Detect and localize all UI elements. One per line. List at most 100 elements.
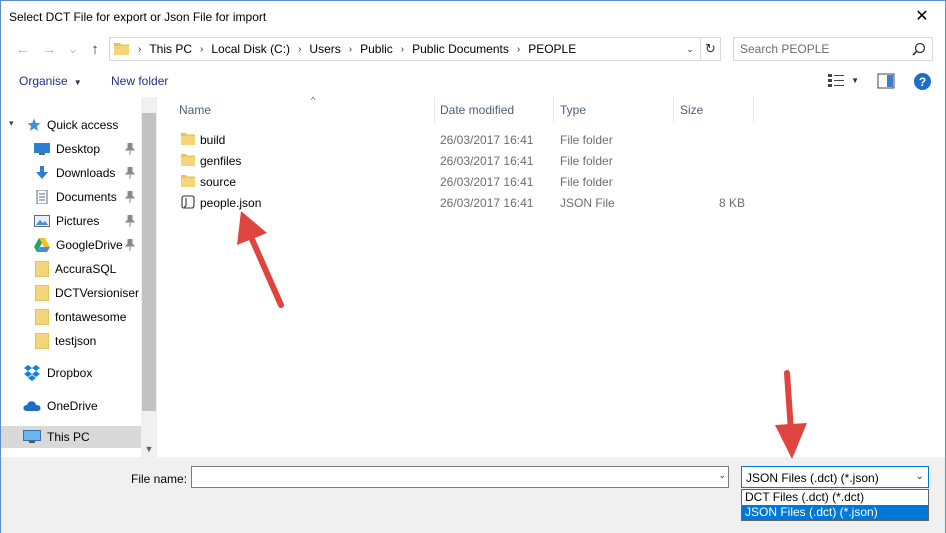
documents-icon <box>36 190 48 204</box>
sidebar-item-label: Documents <box>56 190 117 204</box>
sidebar-scrollbar[interactable]: ▼ <box>141 97 157 457</box>
chevron-down-icon[interactable]: ⌄ <box>718 470 726 481</box>
chevron-down-icon[interactable]: ⌄ <box>682 38 698 60</box>
sidebar-item-pictures[interactable]: Pictures <box>1 210 141 232</box>
column-header-date[interactable]: Date modified <box>434 97 554 123</box>
table-row[interactable]: build 26/03/2017 16:41 File folder <box>177 129 757 150</box>
chevron-right-icon[interactable]: › <box>196 44 207 55</box>
file-list: Name ^ Date modified Type Size build 26/… <box>161 95 945 457</box>
file-name: build <box>200 133 226 147</box>
sidebar-item-googledrive[interactable]: GoogleDrive <box>1 234 141 256</box>
caret-down-icon: ▼ <box>73 78 82 87</box>
preview-pane-icon[interactable] <box>877 73 895 89</box>
sidebar-item-fontawesome[interactable]: fontawesome <box>1 306 141 328</box>
chevron-right-icon[interactable]: › <box>345 44 356 55</box>
breadcrumb-users[interactable]: Users <box>305 42 344 56</box>
organise-button[interactable]: Organise ▼ <box>19 74 82 88</box>
sidebar-item-downloads[interactable]: Downloads <box>1 162 141 184</box>
sidebar-item-label: AccuraSQL <box>55 262 117 276</box>
details-view-icon <box>828 74 845 87</box>
sidebar-item-quick-access[interactable]: ▾ Quick access <box>1 114 141 136</box>
chevron-right-icon[interactable]: › <box>397 44 408 55</box>
column-type-label: Type <box>560 103 587 117</box>
column-header-type[interactable]: Type <box>554 97 674 123</box>
sidebar-item-label: testjson <box>55 334 97 348</box>
scrollbar-thumb[interactable] <box>142 113 156 411</box>
sidebar-item-onedrive[interactable]: OneDrive <box>1 395 141 417</box>
table-row[interactable]: people.json 26/03/2017 16:41 JSON File 8… <box>177 192 757 213</box>
chevron-down-icon[interactable]: ▾ <box>9 118 14 129</box>
file-dialog-window: Select DCT File for export or Json File … <box>0 0 946 533</box>
breadcrumb: › This PC › Local Disk (C:) › Users › Pu… <box>134 38 580 60</box>
file-size: 8 KB <box>718 196 745 210</box>
file-name: genfiles <box>200 154 242 168</box>
sidebar-item-label: fontawesome <box>55 310 127 324</box>
sidebar-item-documents[interactable]: Documents <box>1 186 141 208</box>
file-type: File folder <box>560 133 613 147</box>
refresh-icon[interactable]: ↻ <box>700 38 720 60</box>
breadcrumb-public-documents[interactable]: Public Documents <box>408 42 513 56</box>
sort-ascending-icon: ^ <box>311 95 316 105</box>
new-folder-button[interactable]: New folder <box>111 74 168 88</box>
up-arrow-icon[interactable]: ↑ <box>85 39 105 59</box>
sidebar-item-testjson[interactable]: testjson <box>1 330 141 352</box>
breadcrumb-this-pc[interactable]: This PC <box>145 42 196 56</box>
column-header-name[interactable]: Name ^ <box>173 95 435 123</box>
breadcrumb-local-disk[interactable]: Local Disk (C:) <box>207 42 294 56</box>
address-bar[interactable]: › This PC › Local Disk (C:) › Users › Pu… <box>109 37 721 61</box>
file-date: 26/03/2017 16:41 <box>440 196 534 210</box>
pin-icon <box>125 191 135 203</box>
sidebar-item-dctversioniser[interactable]: DCTVersioniser <box>1 282 141 304</box>
file-name-input[interactable] <box>192 467 704 487</box>
search-icon[interactable] <box>912 42 926 56</box>
back-arrow-icon[interactable]: ← <box>13 39 33 59</box>
file-date: 26/03/2017 16:41 <box>440 133 534 147</box>
file-type-option-json[interactable]: JSON Files (.dct) (*.json) <box>742 505 928 520</box>
breadcrumb-public[interactable]: Public <box>356 42 397 56</box>
folder-icon <box>181 175 195 187</box>
pin-icon <box>125 143 135 155</box>
command-bar: Organise ▼ New folder ▼ ? <box>1 65 945 97</box>
chevron-right-icon[interactable]: › <box>294 44 305 55</box>
folder-icon <box>181 133 195 145</box>
folder-icon <box>35 261 49 277</box>
file-type-option-dct[interactable]: DCT Files (.dct) (*.dct) <box>742 490 928 505</box>
sidebar-item-accurasql[interactable]: AccuraSQL <box>1 258 141 280</box>
breadcrumb-people[interactable]: PEOPLE <box>524 42 580 56</box>
title-bar: Select DCT File for export or Json File … <box>1 1 945 33</box>
forward-arrow-icon[interactable]: → <box>39 39 59 59</box>
pin-icon <box>125 167 135 179</box>
json-file-icon <box>181 195 195 209</box>
sidebar-item-label: Pictures <box>56 214 100 228</box>
column-header-size[interactable]: Size <box>674 97 754 123</box>
file-type-select[interactable]: JSON Files (.dct) (*.json) ⌄ <box>741 466 929 488</box>
table-row[interactable]: source 26/03/2017 16:41 File folder <box>177 171 757 192</box>
column-name-label: Name <box>179 103 212 117</box>
sidebar-item-dropbox[interactable]: Dropbox <box>1 362 141 384</box>
file-name-combo: ⌄ <box>191 466 729 488</box>
googledrive-icon <box>34 238 50 252</box>
search-input[interactable] <box>734 38 906 60</box>
help-icon[interactable]: ? <box>914 73 931 90</box>
pictures-icon <box>34 215 50 227</box>
recent-locations-icon[interactable]: ⌄ <box>63 39 83 59</box>
pin-icon <box>125 215 135 227</box>
view-options-button[interactable]: ▼ <box>827 73 859 87</box>
navigation-bar: ← → ⌄ ↑ › This PC › Local Disk (C:) › Us… <box>1 33 945 65</box>
table-row[interactable]: genfiles 26/03/2017 16:41 File folder <box>177 150 757 171</box>
chevron-right-icon[interactable]: › <box>513 44 524 55</box>
folder-icon <box>35 309 49 325</box>
sidebar-item-this-pc[interactable]: This PC <box>1 426 141 448</box>
file-name: people.json <box>200 196 262 210</box>
column-size-label: Size <box>680 103 704 117</box>
chevron-right-icon[interactable]: › <box>134 44 145 55</box>
chevron-down-icon[interactable]: ▼ <box>141 441 157 457</box>
sidebar-item-label: This PC <box>47 430 90 444</box>
close-icon[interactable]: ✕ <box>899 1 945 31</box>
sidebar-item-label: Quick access <box>47 118 119 132</box>
desktop-icon <box>34 143 50 155</box>
pin-icon <box>125 239 135 251</box>
navigation-pane: ▾ Quick access Desktop Downloads Documen… <box>1 97 157 457</box>
folder-icon <box>35 285 49 301</box>
sidebar-item-desktop[interactable]: Desktop <box>1 138 141 160</box>
